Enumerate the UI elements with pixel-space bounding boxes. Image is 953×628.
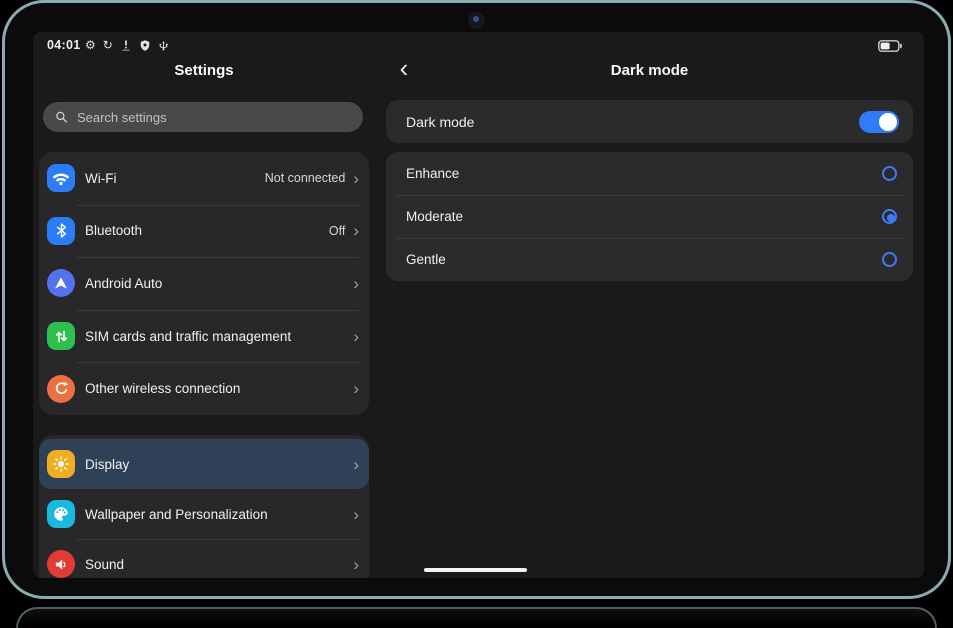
status-icons: ⚙ ↻ [85,38,169,53]
chevron-right-icon: › [353,380,359,397]
palette-icon [47,500,75,528]
search-icon [55,110,68,124]
dark-mode-page-title: Dark mode [386,62,913,79]
screen: 04:01 ⚙ ↻ [33,32,924,578]
update-alert-icon [120,39,132,52]
chevron-right-icon: › [353,222,359,239]
wireless-refresh-icon [47,375,75,403]
personalization-card: Display › Wallpaper and Personalization … [39,435,369,578]
dark-mode-switch[interactable] [859,111,899,133]
dark-mode-toggle-row[interactable]: Dark mode [386,100,913,143]
display-sun-icon [47,450,75,478]
radio-unselected-icon[interactable] [882,252,897,267]
wifi-icon [47,164,75,192]
chevron-right-icon: › [353,328,359,345]
search-bar[interactable] [43,102,363,132]
list-item-label: Bluetooth [85,223,142,238]
settings-page-title: Settings [39,62,369,79]
tablet-frame: 04:01 ⚙ ↻ [2,0,951,599]
list-item-label: Wallpaper and Personalization [85,507,268,522]
status-time: 04:01 [47,38,80,52]
list-item-value: Off [329,224,345,238]
battery-icon [878,40,902,52]
android-auto-icon [47,269,75,297]
radio-selected-icon[interactable] [882,209,897,224]
option-label: Enhance [406,166,459,181]
list-item-bluetooth[interactable]: Bluetooth Off › [39,205,369,258]
option-label: Moderate [406,209,463,224]
list-item-label: Wi-Fi [85,171,116,186]
connectivity-card: Wi-Fi Not connected › Bluetooth Off › [39,152,369,415]
speaker-icon [47,550,75,578]
switch-knob [879,113,897,131]
usb-icon [158,39,169,52]
list-item-label: Sound [85,557,124,572]
dark-mode-options-card: Enhance Moderate Gentle [386,152,913,281]
chevron-right-icon: › [353,556,359,573]
list-item-wallpaper[interactable]: Wallpaper and Personalization › [39,489,369,539]
bluetooth-icon [47,217,75,245]
tablet-reflection [16,607,937,628]
list-item-label: SIM cards and traffic management [85,329,291,344]
list-item-display[interactable]: Display › [39,439,369,489]
chevron-right-icon: › [353,506,359,523]
list-item-sim-cards[interactable]: SIM cards and traffic management › [39,310,369,363]
list-item-android-auto[interactable]: Android Auto › [39,257,369,310]
list-item-value: Not connected [265,171,346,185]
chevron-right-icon: › [353,275,359,292]
list-item-other-wireless[interactable]: Other wireless connection › [39,362,369,415]
home-indicator[interactable] [424,568,527,572]
list-item-wifi[interactable]: Wi-Fi Not connected › [39,152,369,205]
sim-traffic-icon [47,322,75,350]
chevron-right-icon: › [353,170,359,187]
option-label: Gentle [406,252,446,267]
list-item-label: Other wireless connection [85,381,240,396]
shield-icon [139,39,151,52]
list-item-label: Display [85,457,129,472]
radio-unselected-icon[interactable] [882,166,897,181]
list-item-label: Android Auto [85,276,162,291]
dark-mode-toggle-label: Dark mode [406,114,474,130]
option-moderate[interactable]: Moderate [386,195,913,238]
option-enhance[interactable]: Enhance [386,152,913,195]
front-camera [468,12,485,29]
sync-icon: ↻ [103,39,113,52]
list-item-sound[interactable]: Sound › [39,539,369,578]
search-input[interactable] [77,110,351,125]
settings-gear-icon: ⚙ [85,39,96,52]
chevron-right-icon: › [353,456,359,473]
option-gentle[interactable]: Gentle [386,238,913,281]
